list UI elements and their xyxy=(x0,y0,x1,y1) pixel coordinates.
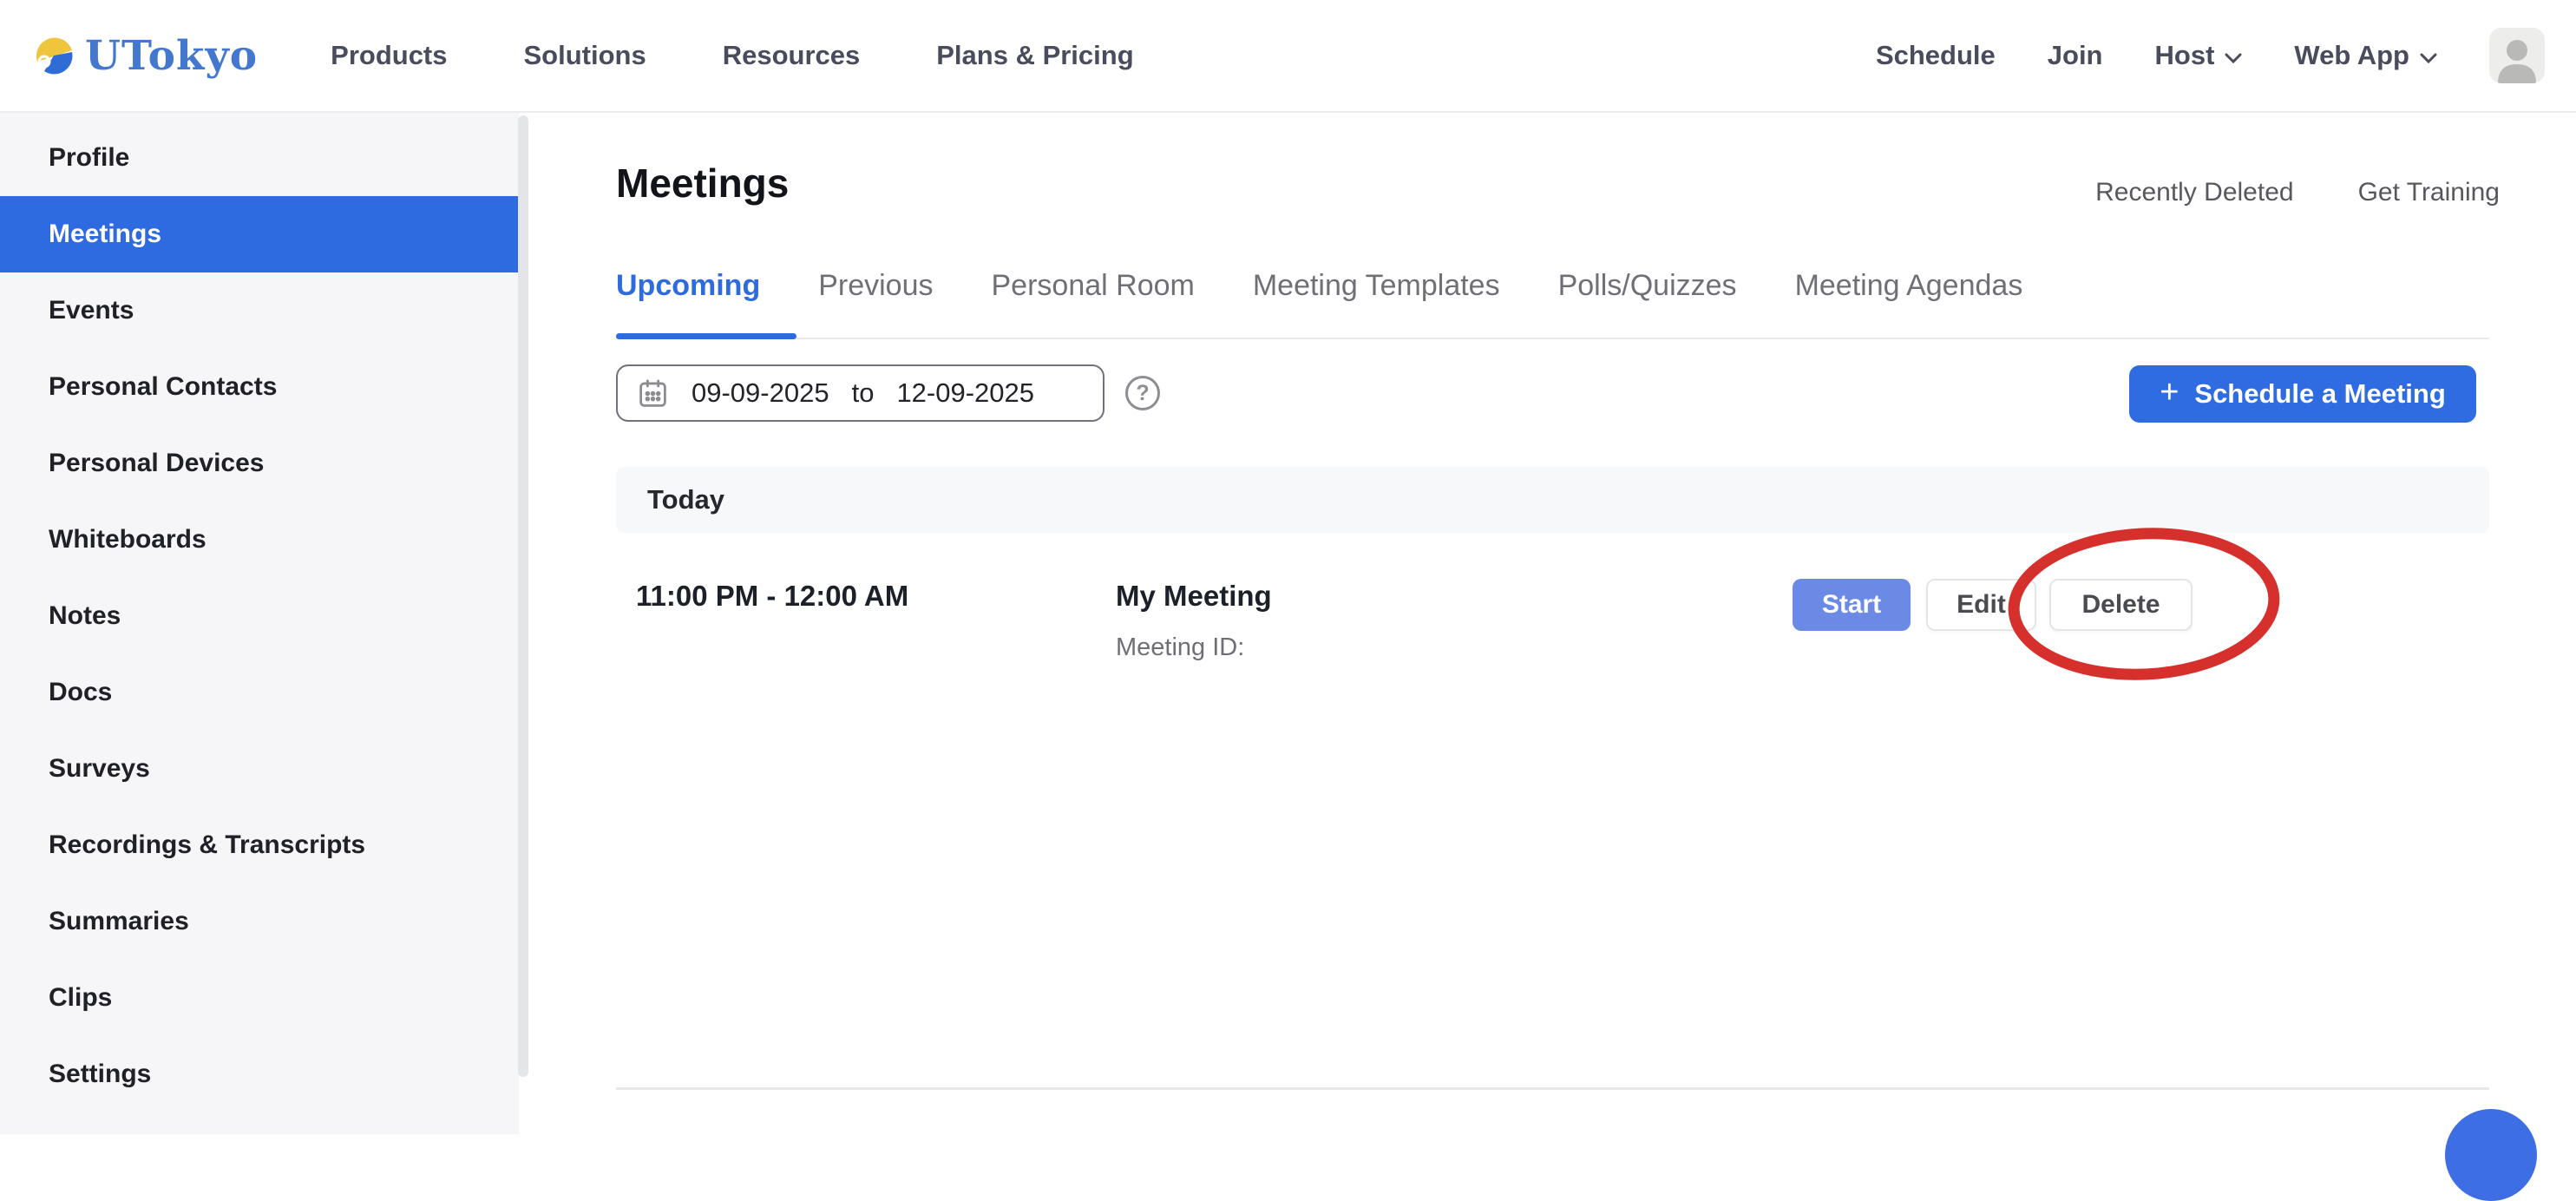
date-separator: to xyxy=(852,377,875,409)
today-section-header: Today xyxy=(616,467,2489,533)
plus-icon: + xyxy=(2160,374,2179,411)
help-chat-bubble[interactable] xyxy=(2445,1109,2537,1201)
calendar-icon xyxy=(637,377,669,410)
person-icon xyxy=(2489,28,2545,83)
sidebar: Profile Meetings Events Personal Contact… xyxy=(0,113,519,1134)
tab-previous[interactable]: Previous xyxy=(818,269,933,303)
sidebar-item-personal-contacts[interactable]: Personal Contacts xyxy=(0,349,519,425)
nav-schedule[interactable]: Schedule xyxy=(1876,40,1996,71)
sidebar-item-notes[interactable]: Notes xyxy=(0,578,519,654)
sidebar-item-profile[interactable]: Profile xyxy=(0,120,519,196)
start-button[interactable]: Start xyxy=(1793,579,1911,631)
date-from-value: 09-09-2025 xyxy=(692,377,829,409)
utokyo-logo[interactable]: UTokyo xyxy=(33,32,258,80)
tab-upcoming[interactable]: Upcoming xyxy=(616,269,760,303)
user-avatar[interactable] xyxy=(2489,28,2545,83)
recently-deleted-link[interactable]: Recently Deleted xyxy=(2095,178,2293,207)
schedule-a-meeting-button[interactable]: + Schedule a Meeting xyxy=(2129,365,2476,423)
sidebar-item-events[interactable]: Events xyxy=(0,272,519,349)
sidebar-item-meetings[interactable]: Meetings xyxy=(0,196,519,272)
sidebar-item-whiteboards[interactable]: Whiteboards xyxy=(0,502,519,578)
tab-polls-quizzes[interactable]: Polls/Quizzes xyxy=(1558,269,1737,303)
nav-plans-pricing[interactable]: Plans & Pricing xyxy=(936,40,1133,71)
get-training-link[interactable]: Get Training xyxy=(2358,178,2500,207)
content-bottom-divider xyxy=(616,1087,2489,1090)
sidebar-item-docs[interactable]: Docs xyxy=(0,654,519,731)
tabs-divider xyxy=(616,338,2489,339)
sidebar-item-clips[interactable]: Clips xyxy=(0,960,519,1036)
primary-nav: Products Solutions Resources Plans & Pri… xyxy=(331,40,1134,71)
chevron-down-icon xyxy=(2225,40,2242,71)
meeting-time: 11:00 PM - 12:00 AM xyxy=(636,580,908,613)
sidebar-item-summaries[interactable]: Summaries xyxy=(0,883,519,960)
header-links: Recently Deleted Get Training xyxy=(2095,178,2500,207)
nav-products[interactable]: Products xyxy=(331,40,447,71)
ginkgo-leaf-icon xyxy=(33,35,75,76)
sidebar-item-recordings-transcripts[interactable]: Recordings & Transcripts xyxy=(0,807,519,883)
date-range-picker[interactable]: 09-09-2025 to 12-09-2025 xyxy=(616,364,1104,422)
meeting-id-label: Meeting ID: xyxy=(1116,633,1244,662)
tab-meeting-agendas[interactable]: Meeting Agendas xyxy=(1795,269,2023,303)
date-to-value: 12-09-2025 xyxy=(896,377,1034,409)
tab-personal-room[interactable]: Personal Room xyxy=(992,269,1195,303)
page-title: Meetings xyxy=(616,160,789,207)
nav-host[interactable]: Host xyxy=(2155,40,2243,71)
nav-web-app[interactable]: Web App xyxy=(2294,40,2437,71)
meeting-title: My Meeting xyxy=(1116,580,1272,613)
active-tab-indicator xyxy=(616,333,796,339)
tab-meeting-templates[interactable]: Meeting Templates xyxy=(1253,269,1500,303)
chevron-down-icon xyxy=(2420,40,2437,71)
edit-button[interactable]: Edit xyxy=(1926,579,2036,631)
secondary-nav: Schedule Join Host Web App xyxy=(1876,28,2545,83)
sidebar-item-personal-devices[interactable]: Personal Devices xyxy=(0,425,519,502)
delete-button[interactable]: Delete xyxy=(2049,579,2193,631)
sidebar-item-surveys[interactable]: Surveys xyxy=(0,731,519,807)
nav-resources[interactable]: Resources xyxy=(723,40,861,71)
meetings-tabs: Upcoming Previous Personal Room Meeting … xyxy=(616,269,2022,303)
sidebar-scrollbar[interactable] xyxy=(518,115,528,1077)
logo-wordmark: UTokyo xyxy=(85,32,258,80)
top-navigation-bar: UTokyo Products Solutions Resources Plan… xyxy=(0,0,2576,113)
nav-solutions[interactable]: Solutions xyxy=(524,40,646,71)
nav-join[interactable]: Join xyxy=(2048,40,2103,71)
help-icon[interactable]: ? xyxy=(1125,376,1160,410)
sidebar-item-settings[interactable]: Settings xyxy=(0,1036,519,1112)
